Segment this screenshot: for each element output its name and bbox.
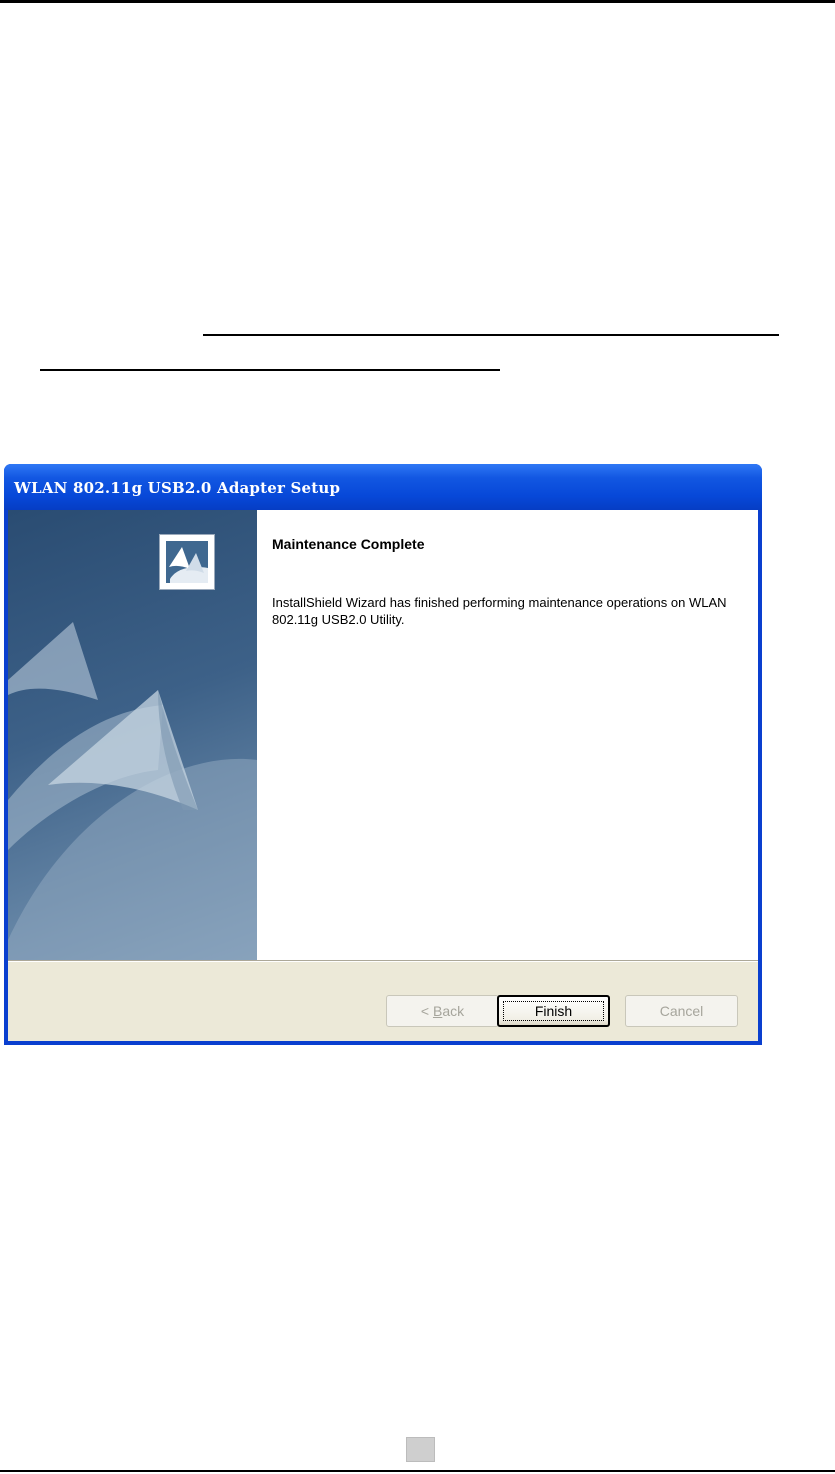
setup-dialog: WLAN 802.11g USB2.0 Adapter Setup Mainte… bbox=[4, 464, 762, 1045]
wizard-side-banner bbox=[8, 510, 257, 960]
installshield-logo bbox=[159, 534, 215, 590]
cancel-button[interactable]: Cancel bbox=[625, 995, 738, 1027]
bottom-rule bbox=[0, 1470, 835, 1472]
underline-fragment-2 bbox=[40, 369, 500, 371]
wizard-content-pane: Maintenance Complete InstallShield Wizar… bbox=[257, 510, 758, 960]
back-button-label: ack bbox=[442, 1003, 465, 1019]
window-title: WLAN 802.11g USB2.0 Adapter Setup bbox=[14, 479, 341, 497]
title-bar[interactable]: WLAN 802.11g USB2.0 Adapter Setup bbox=[4, 464, 762, 510]
back-button[interactable]: < Back bbox=[386, 995, 499, 1027]
underline-fragment-1 bbox=[203, 334, 779, 336]
sail-logo-icon bbox=[166, 541, 208, 583]
cancel-button-label: Cancel bbox=[659, 1003, 704, 1019]
button-divider bbox=[8, 960, 758, 962]
page-heading: Maintenance Complete bbox=[272, 536, 425, 552]
page-number-box bbox=[406, 1437, 435, 1462]
finish-button[interactable]: Finish bbox=[497, 995, 610, 1027]
sail-graphic bbox=[8, 622, 257, 960]
back-button-prefix: < bbox=[420, 1003, 433, 1019]
top-rule bbox=[0, 0, 835, 3]
focus-rectangle bbox=[503, 1001, 604, 1021]
completion-message: InstallShield Wizard has finished perfor… bbox=[272, 595, 727, 627]
dialog-client-area: Maintenance Complete InstallShield Wizar… bbox=[8, 510, 758, 1041]
back-button-mnemonic: B bbox=[432, 1003, 443, 1019]
